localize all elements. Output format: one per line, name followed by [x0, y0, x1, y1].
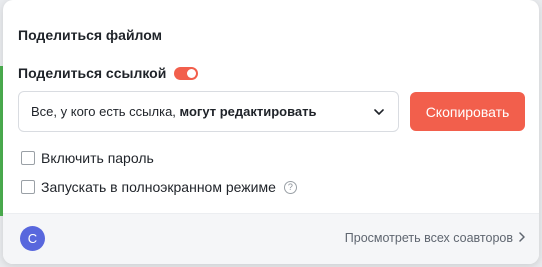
share-link-row: Поделиться ссылкой [18, 65, 199, 81]
copy-link-button[interactable]: Скопировать [410, 92, 525, 131]
access-level-prefix: Все, у кого есть ссылка, [31, 104, 180, 119]
access-level-value: Все, у кого есть ссылка, могут редактиро… [31, 104, 317, 119]
fullscreen-checkbox[interactable] [21, 180, 35, 194]
avatar[interactable]: С [20, 226, 45, 251]
chevron-right-icon [519, 231, 525, 245]
dialog-footer: С Просмотреть всех соавторов [3, 213, 539, 264]
view-coauthors-link[interactable]: Просмотреть всех соавторов [345, 231, 525, 245]
share-link-toggle[interactable] [174, 66, 199, 80]
access-level-select[interactable]: Все, у кого есть ссылка, могут редактиро… [18, 91, 399, 132]
share-link-label: Поделиться ссылкой [18, 65, 167, 81]
dialog-title: Поделиться файлом [18, 27, 162, 43]
access-level-permission: могут редактировать [179, 104, 317, 119]
enable-password-label: Включить пароль [41, 150, 154, 166]
toggle-knob [187, 68, 197, 78]
fullscreen-option[interactable]: Запускать в полноэкранном режиме ? [21, 179, 297, 195]
chevron-down-icon [374, 107, 384, 117]
enable-password-option[interactable]: Включить пароль [21, 150, 154, 166]
fullscreen-label: Запускать в полноэкранном режиме [41, 179, 276, 195]
share-file-dialog: Поделиться файлом Поделиться ссылкой Все… [3, 0, 539, 264]
enable-password-checkbox[interactable] [21, 151, 35, 165]
view-coauthors-label: Просмотреть всех соавторов [344, 231, 513, 245]
help-icon[interactable]: ? [283, 180, 297, 194]
